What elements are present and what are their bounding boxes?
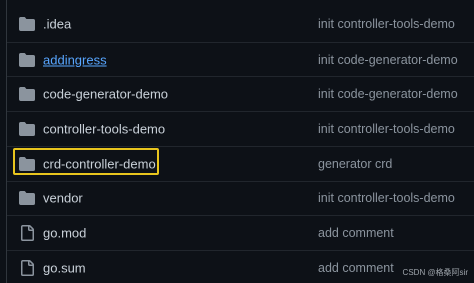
file-icon: [21, 225, 34, 242]
file-row-crd-controller-demo[interactable]: crd-controller-demo generator crd: [7, 145, 474, 181]
folder-icon: [19, 121, 35, 136]
watermark: CSDN @格桑阿sir: [402, 268, 468, 277]
file-row-addingress[interactable]: addingress init code-generator-demo: [7, 41, 474, 77]
commit-message[interactable]: init code-generator-demo: [318, 53, 458, 67]
file-name[interactable]: controller-tools-demo: [43, 121, 165, 136]
file-row-controller-tools-demo[interactable]: controller-tools-demo init controller-to…: [7, 111, 474, 146]
folder-icon: [19, 156, 35, 171]
file-name[interactable]: code-generator-demo: [43, 87, 168, 102]
file-name[interactable]: ​.idea: [43, 17, 71, 32]
file-row-code-generator-demo[interactable]: code-generator-demo init code-generator-…: [7, 76, 474, 111]
file-row-go-mod[interactable]: go.mod add comment: [7, 215, 474, 250]
commit-message[interactable]: add comment: [318, 261, 394, 275]
commit-message[interactable]: add comment: [318, 226, 394, 240]
file-list: ​.idea init controller-tools-demo adding…: [6, 0, 474, 283]
file-name[interactable]: go.mod: [43, 226, 86, 241]
folder-icon: [19, 52, 35, 67]
file-icon: [21, 259, 34, 276]
file-row-idea[interactable]: ​.idea init controller-tools-demo: [7, 7, 474, 42]
file-name-link[interactable]: addingress: [43, 52, 107, 67]
commit-message[interactable]: init controller-tools-demo: [318, 17, 455, 31]
file-name[interactable]: vendor: [43, 191, 83, 206]
folder-icon: [19, 17, 35, 32]
commit-message[interactable]: init controller-tools-demo: [318, 122, 455, 136]
folder-icon: [19, 191, 35, 206]
folder-icon: [19, 87, 35, 102]
commit-message[interactable]: init code-generator-demo: [318, 87, 458, 101]
file-row-vendor[interactable]: vendor init controller-tools-demo: [7, 180, 474, 216]
file-name[interactable]: go.sum: [43, 260, 86, 275]
commit-message[interactable]: init controller-tools-demo: [318, 191, 455, 205]
file-name[interactable]: crd-controller-demo: [43, 156, 156, 171]
commit-message[interactable]: generator crd: [318, 157, 392, 171]
